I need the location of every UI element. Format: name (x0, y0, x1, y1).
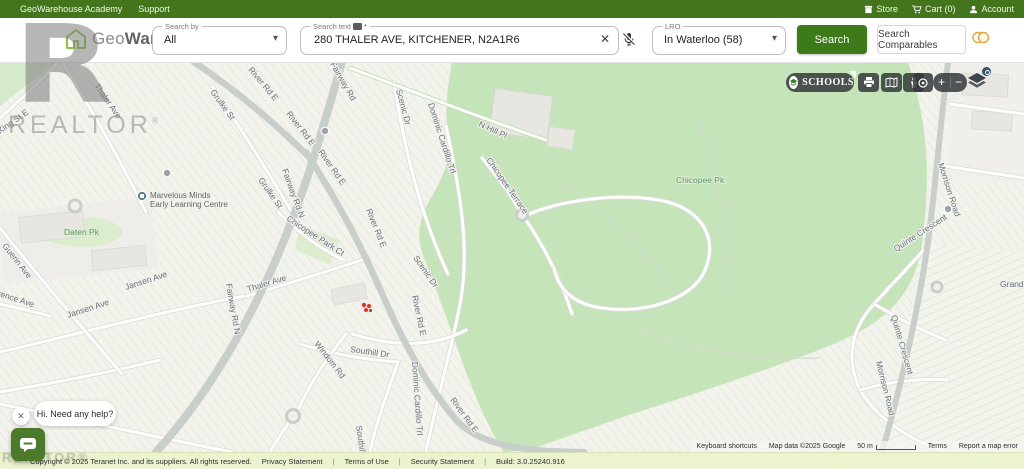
link-support[interactable]: Support (138, 4, 170, 14)
poi-label-line2: Early Learning Centre (150, 200, 228, 209)
schools-icon (789, 76, 798, 89)
street-label: Grand (1000, 279, 1024, 289)
terms-link[interactable]: Terms (928, 443, 947, 450)
privacy-statement-link[interactable]: Privacy Statement (262, 457, 323, 466)
poi-label-line1: Marvelous Minds (150, 191, 210, 200)
scale-widget[interactable]: 50 m (857, 443, 916, 450)
cart-icon (912, 5, 922, 14)
terms-of-use-link[interactable]: Terms of Use (345, 457, 389, 466)
chat-bubble-icon (19, 437, 37, 453)
footer-separator: | (484, 457, 486, 466)
map-attribution: Keyboard shortcuts Map data ©2025 Google… (691, 441, 1024, 452)
footer-separator: | (399, 457, 401, 466)
geowarehouse-app: GeoWarehouse Academy Support Store Cart … (0, 0, 1024, 469)
park-label: Daten Pk (64, 227, 100, 237)
report-map-error-link[interactable]: Report a map error (959, 443, 1018, 450)
link-geowarehouse-academy[interactable]: GeoWarehouse Academy (20, 4, 122, 14)
geowarehouse-house-icon (64, 27, 88, 51)
layers-badge-icon (981, 66, 992, 77)
copyright-text: Copyright © 2025 Teranet Inc. and its su… (30, 457, 252, 466)
chat-dismiss-button[interactable]: ✕ (12, 407, 30, 425)
search-text-field[interactable]: Search text * ✕ (300, 26, 619, 55)
map-legend-button[interactable] (881, 73, 902, 92)
clear-search-icon[interactable]: ✕ (600, 32, 610, 46)
map-icon (885, 77, 898, 88)
store-label: Store (876, 4, 898, 14)
park-label: Chicopee Pk (676, 175, 725, 185)
search-by-value: All (164, 34, 176, 46)
locate-me-button[interactable] (913, 73, 933, 92)
cart-label: Cart (0) (925, 4, 956, 14)
search-header: GeoWarehouse® Search by All ▾ Search tex… (0, 18, 1024, 63)
scale-bar (876, 445, 916, 450)
store-link[interactable]: Store (864, 4, 898, 14)
zoom-control: + − (933, 73, 967, 92)
schools-label: SCHOOLS (802, 77, 854, 88)
microphone-off-icon[interactable] (622, 32, 636, 52)
search-by-label: Search by (162, 22, 202, 31)
account-link[interactable]: Account (969, 4, 1014, 14)
footer-separator: | (333, 457, 335, 466)
lro-label: LRO (662, 22, 683, 31)
zoom-out-button[interactable]: − (951, 73, 967, 92)
keyboard-shortcuts-link[interactable]: Keyboard shortcuts (697, 443, 757, 450)
search-input[interactable] (312, 28, 582, 52)
printer-icon (863, 77, 875, 88)
print-map-button[interactable] (858, 73, 879, 92)
security-statement-link[interactable]: Security Statement (411, 457, 474, 466)
credits-coins-icon[interactable] (972, 31, 990, 49)
zoom-in-button[interactable]: + (934, 73, 950, 92)
top-navigation-bar: GeoWarehouse Academy Support Store Cart … (0, 0, 1024, 18)
cart-link[interactable]: Cart (0) (912, 4, 956, 14)
search-by-dropdown[interactable]: Search by All ▾ (152, 26, 287, 55)
chat-tooltip: Hi. Need any help? (34, 401, 116, 426)
map-canvas[interactable]: River Rd E Grulke St Fairway Rd River Rd… (0, 62, 1024, 452)
scale-label: 50 m (857, 443, 873, 450)
account-label: Account (981, 4, 1014, 14)
map-container: River Rd E Grulke St Fairway Rd River Rd… (0, 62, 1024, 452)
chevron-down-icon: ▾ (273, 33, 278, 44)
resize-corner (849, 71, 856, 78)
map-layers-button[interactable] (966, 71, 988, 96)
chevron-down-icon: ▾ (772, 33, 777, 44)
chat-launcher-button[interactable] (11, 428, 45, 461)
target-icon (917, 77, 929, 89)
search-comparables-button[interactable]: Search Comparables (877, 25, 966, 54)
account-icon (969, 5, 978, 14)
build-version-text: Build: 3.0.25240.916 (496, 457, 565, 466)
brand-geo: Geo (92, 29, 125, 48)
map-data-credit: Map data ©2025 Google (769, 443, 845, 450)
search-button[interactable]: Search (797, 25, 867, 54)
lro-value: In Waterloo (58) (664, 34, 742, 46)
footer-bar: Copyright © 2025 Teranet Inc. and its su… (0, 452, 1024, 469)
schools-layer-button[interactable]: SCHOOLS (786, 73, 854, 92)
store-icon (864, 5, 873, 14)
lro-dropdown[interactable]: LRO In Waterloo (58) ▾ (652, 26, 786, 55)
